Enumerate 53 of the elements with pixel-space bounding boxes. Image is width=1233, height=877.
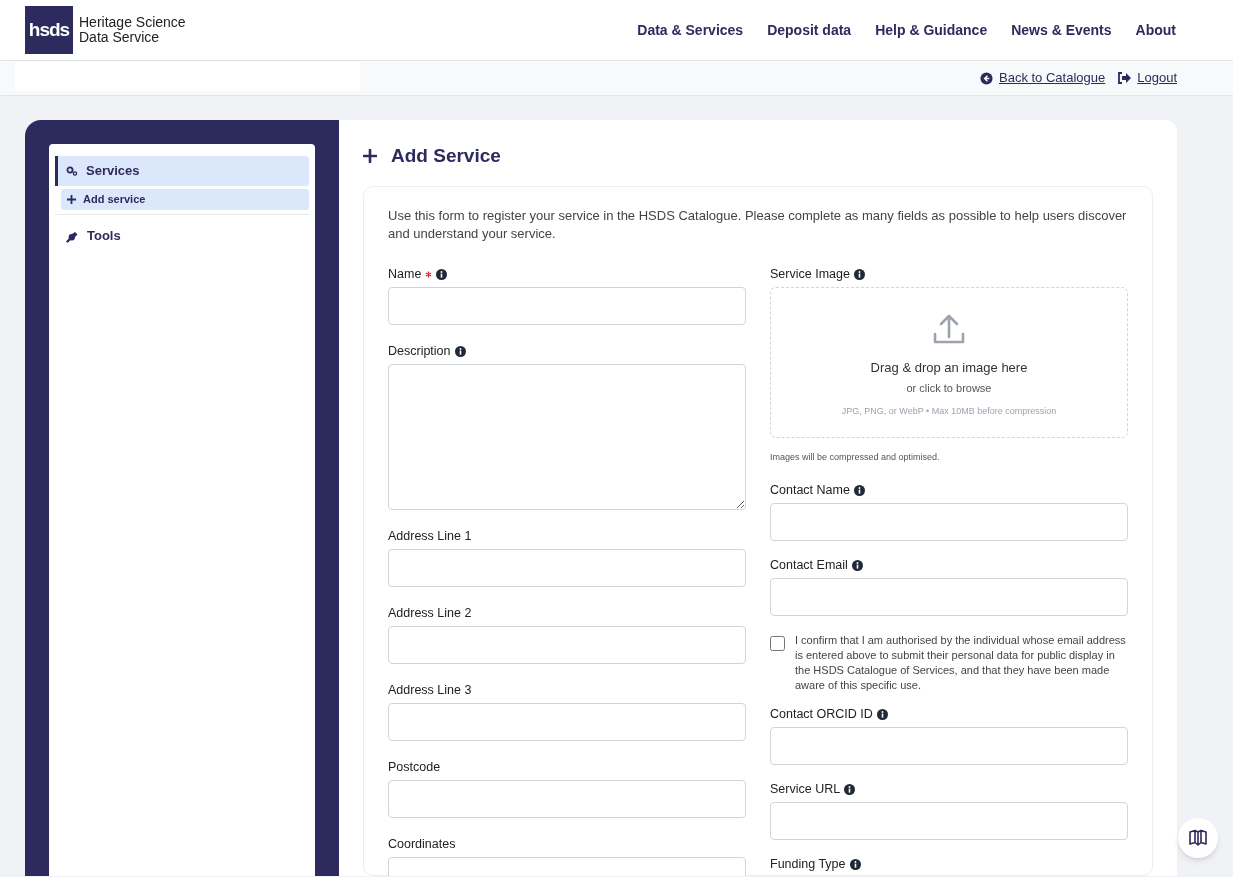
upload-icon [933,314,965,345]
nav-link[interactable]: Logout [1137,68,1177,88]
back-arrow-icon [980,71,993,85]
field-label: Contact Name [770,481,850,499]
sidebar-item[interactable]: Services [55,156,309,186]
wrench-icon [66,229,79,243]
input-field[interactable] [770,503,1128,541]
dropzone-hint: JPG, PNG, or WebP • Max 10MB before compression [841,405,1057,418]
book-icon [1188,829,1208,847]
input-field[interactable] [388,626,746,664]
field-label: Contact ORCID ID [770,705,873,723]
field-label: Funding Type [770,855,846,873]
input-field[interactable] [388,287,746,325]
input-field[interactable] [388,780,746,818]
field-label: Description [388,342,451,360]
field-label: Contact Email [770,556,848,574]
nav-link[interactable]: Deposit data [767,19,852,41]
image-dropzone[interactable]: Drag & drop an image here or click to browse JPG, PNG, or WebP • Max 10MB before compression [770,287,1128,438]
field-label: Postcode [388,758,441,776]
field-label: Service URL [770,780,841,798]
field-label: Address Line 1 [388,527,472,545]
guide-button[interactable] [1178,818,1218,858]
input-field[interactable] [388,549,746,587]
consent-checkbox[interactable] [770,636,785,651]
intro-text: Use this form to register your service in the HSDS Catalogue. Please complete as many fields as possible to help users discover and understand your service. [388,207,1128,243]
field-label: Address Line 3 [388,681,472,699]
consent-text: I confirm that I am authorised by the individual whose email address is entered above to submit their personal data for public display in the HSDS Catalogue of Services, and that they have been made aware of this specific use. [795,633,1127,693]
nav-link[interactable]: About [1135,19,1176,41]
input-field[interactable] [770,727,1128,765]
nav-link[interactable]: News & Events [1011,19,1112,41]
gears-icon [66,166,78,176]
nav-link[interactable]: Help & Guidance [875,19,988,41]
logo-text: Heritage Science Data Service [79,15,186,45]
plus-icon [67,195,76,204]
field-label: Name [388,265,422,283]
nav-link[interactable]: Back to Catalogue [999,68,1106,88]
logo-mark[interactable]: hsds [25,6,73,54]
text-area[interactable] [388,364,746,510]
page-title: Add Service [391,143,501,168]
field-label: Address Line 2 [388,604,472,622]
nav-link[interactable]: Data & Services [637,19,744,41]
sidebar-item[interactable]: Tools [55,221,309,251]
dropzone-note: Images will be compressed and optimised. [770,451,941,463]
input-field[interactable] [770,578,1128,616]
dropzone-title: Drag & drop an image here [870,359,1028,377]
input-field[interactable] [770,802,1128,840]
input-field[interactable] [388,703,746,741]
plus-icon [363,149,377,163]
dropzone-subtitle: or click to browse [906,380,992,396]
logout-icon [1117,72,1132,84]
field-label: Service Image [770,265,850,283]
sidebar-subitem[interactable]: Add service [61,189,309,210]
field-label: Coordinates [388,835,456,853]
